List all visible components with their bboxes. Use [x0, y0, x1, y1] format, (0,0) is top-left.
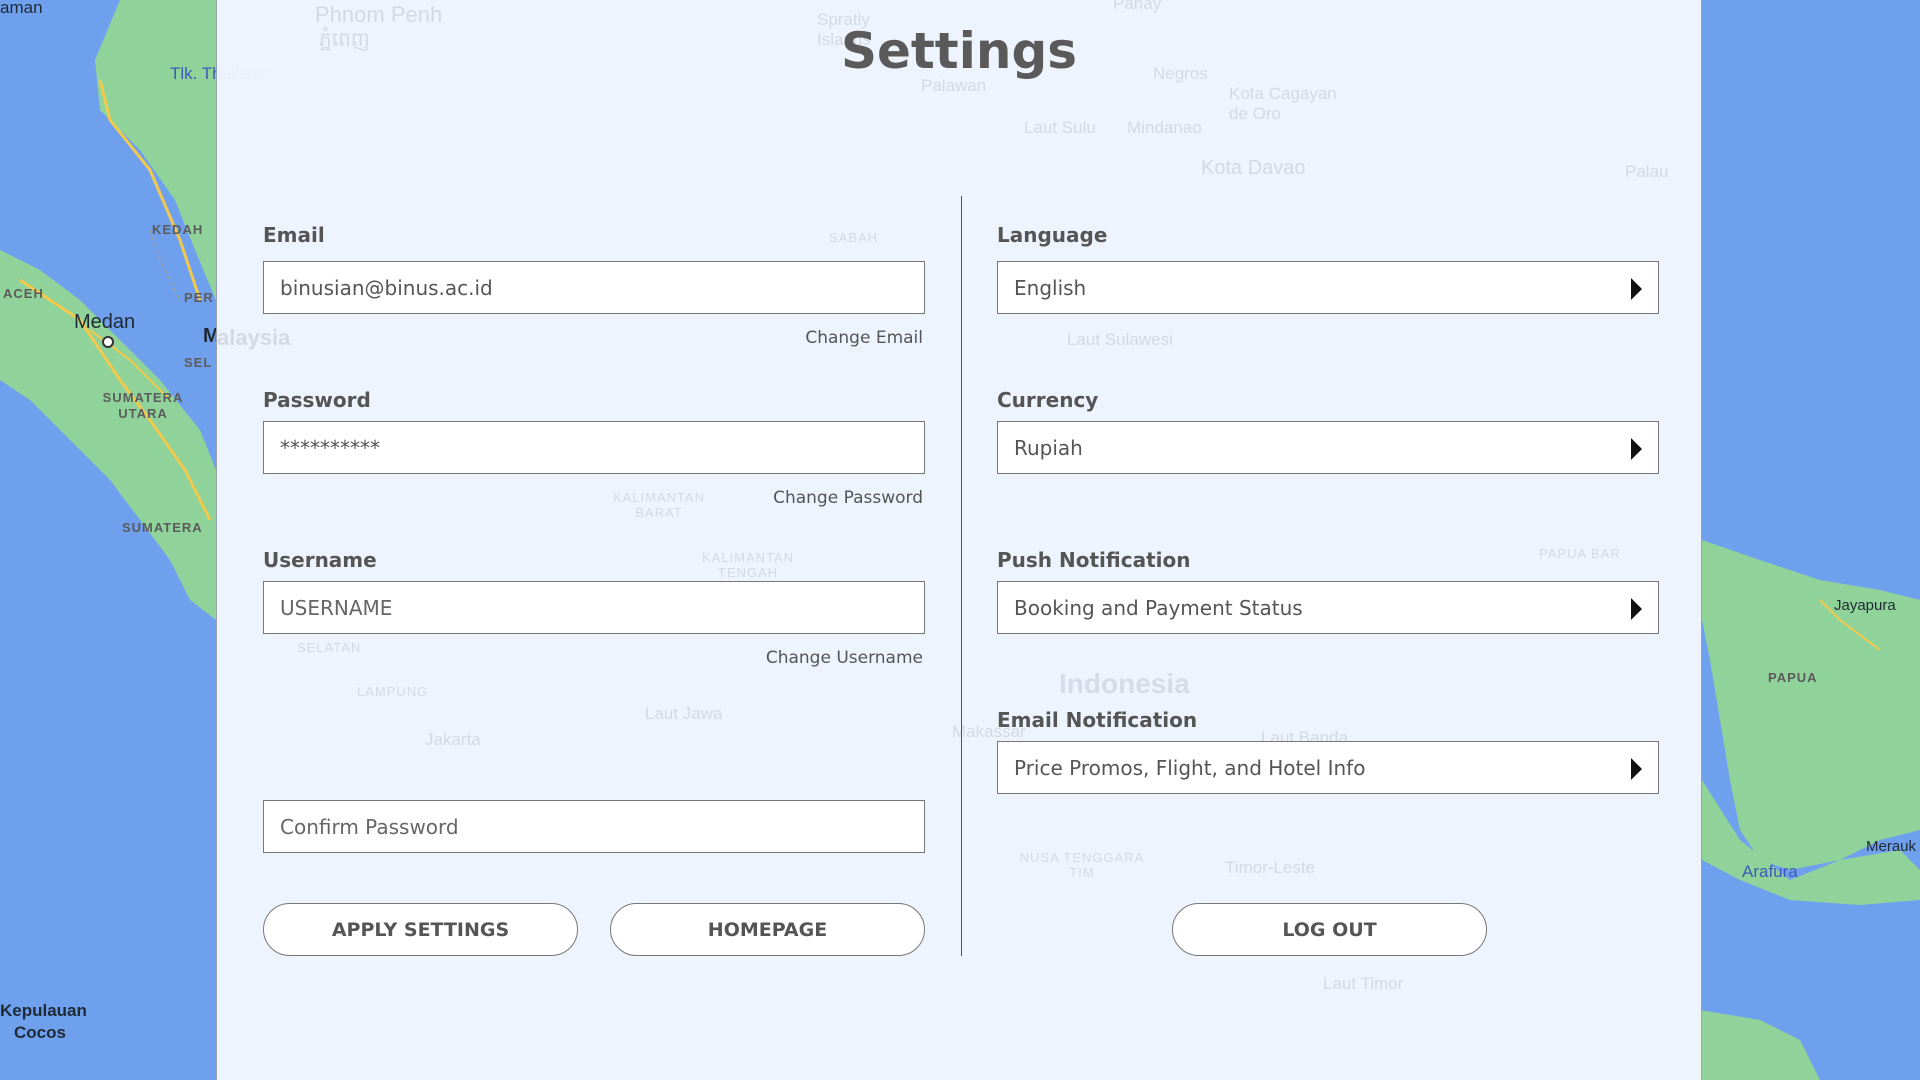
map-label-medan: Medan — [74, 311, 136, 333]
map-label-perak: PER — [184, 290, 214, 305]
page-title: Settings — [840, 22, 1077, 80]
caret-right-icon — [1631, 758, 1642, 780]
apply-settings-button[interactable]: APPLY SETTINGS — [263, 903, 578, 956]
caret-right-icon — [1631, 438, 1642, 460]
map-label-selangor: SEL — [184, 355, 213, 370]
email-label: Email — [263, 223, 325, 247]
caret-right-icon — [1631, 278, 1642, 300]
change-username-link[interactable]: Change Username — [766, 648, 923, 668]
currency-value: Rupiah — [1014, 436, 1083, 460]
confirm-password-field[interactable] — [263, 800, 925, 853]
ghost-label-kalimantan-barat: KALIMANTAN BARAT — [612, 490, 706, 520]
caret-right-icon — [1631, 598, 1642, 620]
ghost-label-papua-barat: PAPUA BAR — [1539, 546, 1621, 561]
password-label: Password — [263, 388, 371, 412]
homepage-button[interactable]: HOMEPAGE — [610, 903, 925, 956]
ghost-label-timor-leste: Timor-Leste — [1225, 858, 1316, 877]
ghost-label-laut-timor: Laut Timor — [1323, 974, 1404, 993]
username-label: Username — [263, 548, 377, 572]
language-select[interactable]: English — [997, 261, 1659, 314]
username-field[interactable] — [263, 581, 925, 634]
change-email-link[interactable]: Change Email — [805, 328, 923, 348]
map-label-aceh: ACEH — [3, 286, 44, 301]
map-label-kepulauan-cocos: Kepulauan Cocos — [0, 1001, 87, 1042]
map-label-papua: PAPUA — [1768, 670, 1818, 685]
ghost-label-laut-sulawesi: Laut Sulawesi — [1067, 330, 1173, 349]
ghost-label-mindanao: Mindanao — [1127, 118, 1202, 137]
password-field[interactable] — [263, 421, 925, 474]
city-dot-icon — [102, 336, 114, 348]
currency-select[interactable]: Rupiah — [997, 421, 1659, 474]
ghost-label-malaysia: alaysia — [217, 325, 291, 350]
map-label-merauke: Merauk — [1866, 838, 1917, 855]
currency-label: Currency — [997, 388, 1099, 412]
ghost-label-palau: Palau — [1625, 162, 1669, 181]
ghost-label-sabah: SABAH — [829, 230, 879, 245]
ghost-label-indonesia: Indonesia — [1059, 668, 1190, 699]
change-password-link[interactable]: Change Password — [773, 488, 923, 508]
push-notification-select[interactable]: Booking and Payment Status — [997, 581, 1659, 634]
log-out-button[interactable]: LOG OUT — [1172, 903, 1487, 956]
push-notification-label: Push Notification — [997, 548, 1191, 572]
column-divider — [961, 196, 962, 956]
email-notification-select[interactable]: Price Promos, Flight, and Hotel Info — [997, 741, 1659, 794]
ghost-label-selatan: SELATAN — [297, 640, 362, 655]
map-label-arafura: Arafura — [1742, 862, 1798, 881]
map-label-andaman: aman — [0, 0, 43, 17]
ghost-label-lampung: LAMPUNG — [357, 684, 429, 699]
email-field[interactable] — [263, 261, 925, 314]
email-notification-label: Email Notification — [997, 708, 1198, 732]
ghost-label-jakarta: Jakarta — [425, 730, 481, 749]
ghost-label-nusa-tenggara: NUSA TENGGARA TIM — [1019, 850, 1145, 880]
ghost-label-panay: Panay — [1113, 0, 1162, 13]
email-notification-value: Price Promos, Flight, and Hotel Info — [1014, 756, 1366, 780]
language-label: Language — [997, 223, 1108, 247]
ghost-label-davao: Kota Davao — [1201, 157, 1306, 179]
ghost-label-laut-sulu: Laut Sulu — [1024, 118, 1096, 137]
map-label-sumatera-utara: SUMATERA UTARA — [102, 390, 184, 421]
map-label-sumatera-barat: SUMATERA — [122, 520, 203, 535]
settings-panel: Phnom Penh ភ្នំពេញ Spratly Islands Palaw… — [216, 0, 1702, 1080]
ghost-label-cagayan: Kota Cagayan de Oro — [1229, 84, 1337, 123]
ghost-label-laut-jawa: Laut Jawa — [645, 704, 723, 723]
map-label-jayapura: Jayapura — [1834, 597, 1896, 614]
ghost-label-kalimantan-tengah: KALIMANTAN TENGAH — [701, 550, 795, 580]
language-value: English — [1014, 276, 1087, 300]
push-notification-value: Booking and Payment Status — [1014, 596, 1303, 620]
map-label-kedah: KEDAH — [152, 222, 204, 237]
